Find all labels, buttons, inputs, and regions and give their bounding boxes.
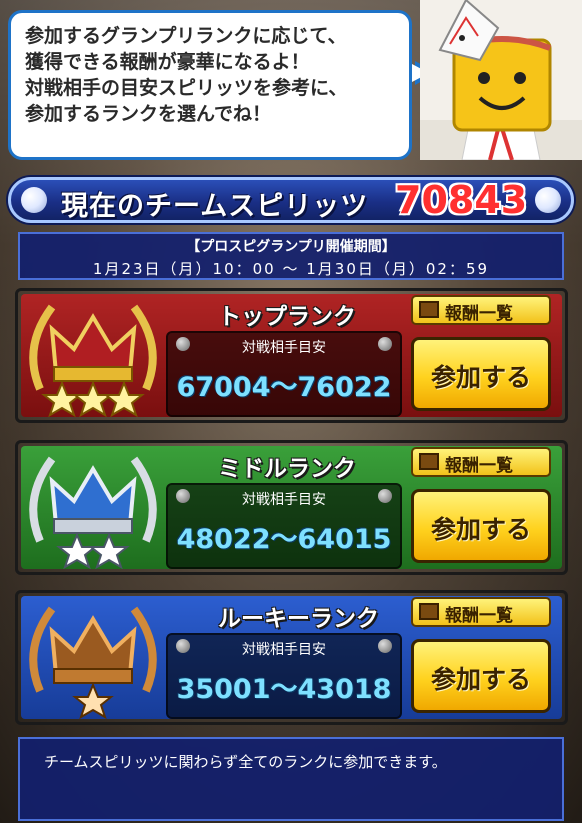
bubble-line: 獲得できる報酬が豪華になるよ！ — [25, 51, 310, 73]
rank-panel-rookie: ルーキーランク 報酬一覧 対戦相手目安 35001～43018 参加する — [15, 590, 568, 725]
treasure-chest-icon — [419, 301, 439, 318]
bubble-line: 対戦相手の目安スピリッツを参考に、 — [25, 77, 348, 99]
rank-title: ルーキーランク — [218, 606, 379, 632]
mascot-character — [420, 0, 582, 160]
rank-title: ミドルランク — [218, 456, 356, 482]
opponent-range-box: 対戦相手目安 48022～64015 — [166, 483, 402, 569]
opponent-range-value: 35001～43018 — [176, 674, 392, 705]
team-spirits-bar: 現在のチームスピリッツ 70843 — [8, 177, 574, 223]
treasure-chest-icon — [419, 453, 439, 470]
treasure-chest-icon — [419, 603, 439, 620]
join-button-label: 参加する — [430, 363, 531, 392]
opponent-label: 対戦相手目安 — [242, 492, 326, 508]
opponent-label: 対戦相手目安 — [242, 642, 326, 658]
join-button-label: 参加する — [430, 515, 531, 544]
team-spirits-label: 現在のチームスピリッツ — [61, 191, 369, 222]
info-note-text: チームスピリッツに関わらず全てのランクに参加できます。 — [44, 753, 447, 771]
bubble-line: 参加するグランプリランクに応じて、 — [25, 25, 347, 47]
crown-gold-icon — [29, 304, 157, 418]
baseball-icon — [21, 187, 47, 213]
crown-silver-icon — [29, 456, 157, 570]
event-period-title: 【プロスピグランプリ開催期間】 — [186, 239, 396, 255]
opponent-range-box: 対戦相手目安 67004～76022 — [166, 331, 402, 417]
reward-list-label: 報酬一覧 — [445, 304, 513, 324]
info-note-box: チームスピリッツに関わらず全てのランクに参加できます。 — [18, 737, 564, 821]
rank-panel-middle: ミドルランク 報酬一覧 対戦相手目安 48022～64015 参加する — [15, 440, 568, 575]
join-button[interactable]: 参加する — [411, 489, 551, 563]
event-period-range: 1月23日（月）10：00 ～ 1月30日（月）02：59 — [92, 260, 490, 278]
bubble-line: 参加するランクを選んでね！ — [25, 103, 272, 125]
opponent-range-value: 48022～64015 — [176, 524, 392, 555]
opponent-label: 対戦相手目安 — [242, 340, 326, 356]
reward-list-label: 報酬一覧 — [445, 606, 513, 626]
reward-list-button[interactable]: 報酬一覧 — [411, 597, 551, 627]
reward-list-button[interactable]: 報酬一覧 — [411, 447, 551, 477]
join-button-label: 参加する — [430, 665, 531, 694]
baseball-icon — [535, 187, 561, 213]
reward-list-label: 報酬一覧 — [445, 456, 513, 476]
rank-title: トップランク — [218, 304, 356, 330]
opponent-range-value: 67004～76022 — [176, 372, 392, 403]
join-button[interactable]: 参加する — [411, 337, 551, 411]
reward-list-button[interactable]: 報酬一覧 — [411, 295, 551, 325]
event-period-box: 【プロスピグランプリ開催期間】 1月23日（月）10：00 ～ 1月30日（月）… — [18, 232, 564, 280]
join-button[interactable]: 参加する — [411, 639, 551, 713]
opponent-range-box: 対戦相手目安 35001～43018 — [166, 633, 402, 719]
speech-bubble: 参加するグランプリランクに応じて、 獲得できる報酬が豪華になるよ！ 対戦相手の目… — [8, 10, 437, 160]
crown-bronze-icon — [29, 606, 157, 720]
team-spirits-value: 70843 — [395, 178, 528, 222]
rank-panel-top: トップランク 報酬一覧 対戦相手目安 67004～76022 参加する — [15, 288, 568, 423]
